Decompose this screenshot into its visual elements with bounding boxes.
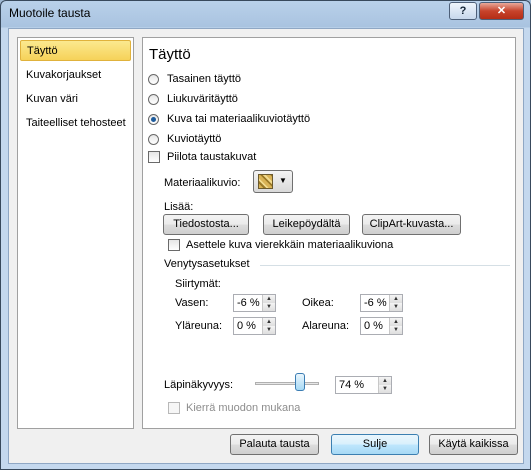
hide-background-label[interactable]: Piilota taustakuvat [167, 151, 256, 163]
spin-down-icon[interactable]: ▼ [262, 326, 275, 334]
window-title: Muotoile tausta [9, 6, 91, 20]
insert-from-label: Lisää: [164, 201, 194, 213]
top-offset-spinner[interactable]: ▲ ▼ [233, 317, 276, 335]
spin-up-icon[interactable]: ▲ [389, 318, 402, 326]
gradient-fill-radio[interactable] [148, 94, 159, 105]
transparency-spinner[interactable]: ▲ ▼ [335, 376, 392, 394]
from-clipart-button[interactable]: ClipArt-kuvasta... [362, 214, 461, 235]
left-offset-label: Vasen: [175, 297, 209, 309]
top-offset-label: Yläreuna: [175, 320, 223, 332]
right-offset-input[interactable] [362, 296, 392, 310]
bottom-offset-label: Alareuna: [302, 320, 350, 332]
left-offset-spinner[interactable]: ▲ ▼ [233, 294, 276, 312]
nav-item-picture-corrections[interactable]: Kuvakorjaukset [20, 65, 131, 86]
spin-down-icon[interactable]: ▼ [389, 326, 402, 334]
rotate-with-shape-checkbox[interactable] [168, 402, 180, 414]
texture-swatch-icon [258, 174, 273, 189]
tile-picture-checkbox[interactable] [168, 239, 180, 251]
reset-background-button[interactable]: Palauta tausta [230, 434, 319, 455]
right-offset-spinner[interactable]: ▲ ▼ [360, 294, 403, 312]
help-button[interactable]: ? [449, 2, 477, 20]
close-button[interactable]: Sulje [331, 434, 419, 455]
title-bar[interactable]: Muotoile tausta ? ✕ [1, 1, 530, 25]
close-window-button[interactable]: ✕ [479, 2, 524, 20]
transparency-label: Läpinäkyvyys: [164, 379, 234, 391]
bottom-offset-spinner[interactable]: ▲ ▼ [360, 317, 403, 335]
stretch-options-title: Venytysasetukset [164, 258, 250, 270]
picture-texture-fill-radio[interactable] [148, 114, 159, 125]
panel-title: Täyttö [149, 46, 191, 63]
from-clipboard-button[interactable]: Leikepöydältä [263, 214, 350, 235]
nav-item-fill[interactable]: Täyttö [20, 40, 131, 61]
right-offset-label: Oikea: [302, 297, 334, 309]
fill-panel: Täyttö Tasainen täyttö Liukuväritäyttö K… [142, 37, 516, 429]
hide-background-checkbox[interactable] [148, 151, 160, 163]
top-offset-input[interactable] [235, 319, 265, 333]
from-file-button[interactable]: Tiedostosta... [163, 214, 249, 235]
category-list: Täyttö Kuvakorjaukset Kuvan väri Taiteel… [17, 37, 134, 429]
spin-up-icon[interactable]: ▲ [378, 377, 391, 385]
rotate-with-shape-label[interactable]: Kierrä muodon mukana [186, 402, 300, 414]
nav-item-artistic-effects[interactable]: Taiteelliset tehosteet [20, 113, 131, 134]
transparency-slider-track[interactable] [255, 382, 319, 385]
transparency-input[interactable] [337, 378, 379, 392]
left-offset-input[interactable] [235, 296, 265, 310]
spin-up-icon[interactable]: ▲ [262, 295, 275, 303]
spin-down-icon[interactable]: ▼ [378, 385, 391, 393]
offsets-label: Siirtymät: [175, 278, 221, 290]
tile-picture-label[interactable]: Asettele kuva vierekkäin materiaalikuvio… [186, 239, 393, 251]
spin-up-icon[interactable]: ▲ [262, 318, 275, 326]
bottom-offset-input[interactable] [362, 319, 392, 333]
pattern-fill-radio[interactable] [148, 134, 159, 145]
solid-fill-label[interactable]: Tasainen täyttö [167, 73, 241, 85]
transparency-slider-handle[interactable] [295, 373, 305, 391]
dialog-body: Täyttö Kuvakorjaukset Kuvan väri Taiteel… [8, 28, 524, 464]
apply-to-all-button[interactable]: Käytä kaikissa [429, 434, 518, 455]
texture-dropdown[interactable]: ▼ [253, 170, 293, 193]
solid-fill-radio[interactable] [148, 74, 159, 85]
chevron-down-icon: ▼ [279, 176, 287, 185]
pattern-fill-label[interactable]: Kuviotäyttö [167, 133, 221, 145]
format-background-dialog: Muotoile tausta ? ✕ Täyttö Kuvakorjaukse… [0, 0, 531, 470]
section-divider [260, 265, 510, 266]
gradient-fill-label[interactable]: Liukuväritäyttö [167, 93, 238, 105]
texture-label: Materiaalikuvio: [164, 177, 241, 189]
spin-up-icon[interactable]: ▲ [389, 295, 402, 303]
nav-item-picture-color[interactable]: Kuvan väri [20, 89, 131, 110]
spin-down-icon[interactable]: ▼ [262, 303, 275, 311]
spin-down-icon[interactable]: ▼ [389, 303, 402, 311]
picture-texture-fill-label[interactable]: Kuva tai materiaalikuviotäyttö [167, 113, 310, 125]
